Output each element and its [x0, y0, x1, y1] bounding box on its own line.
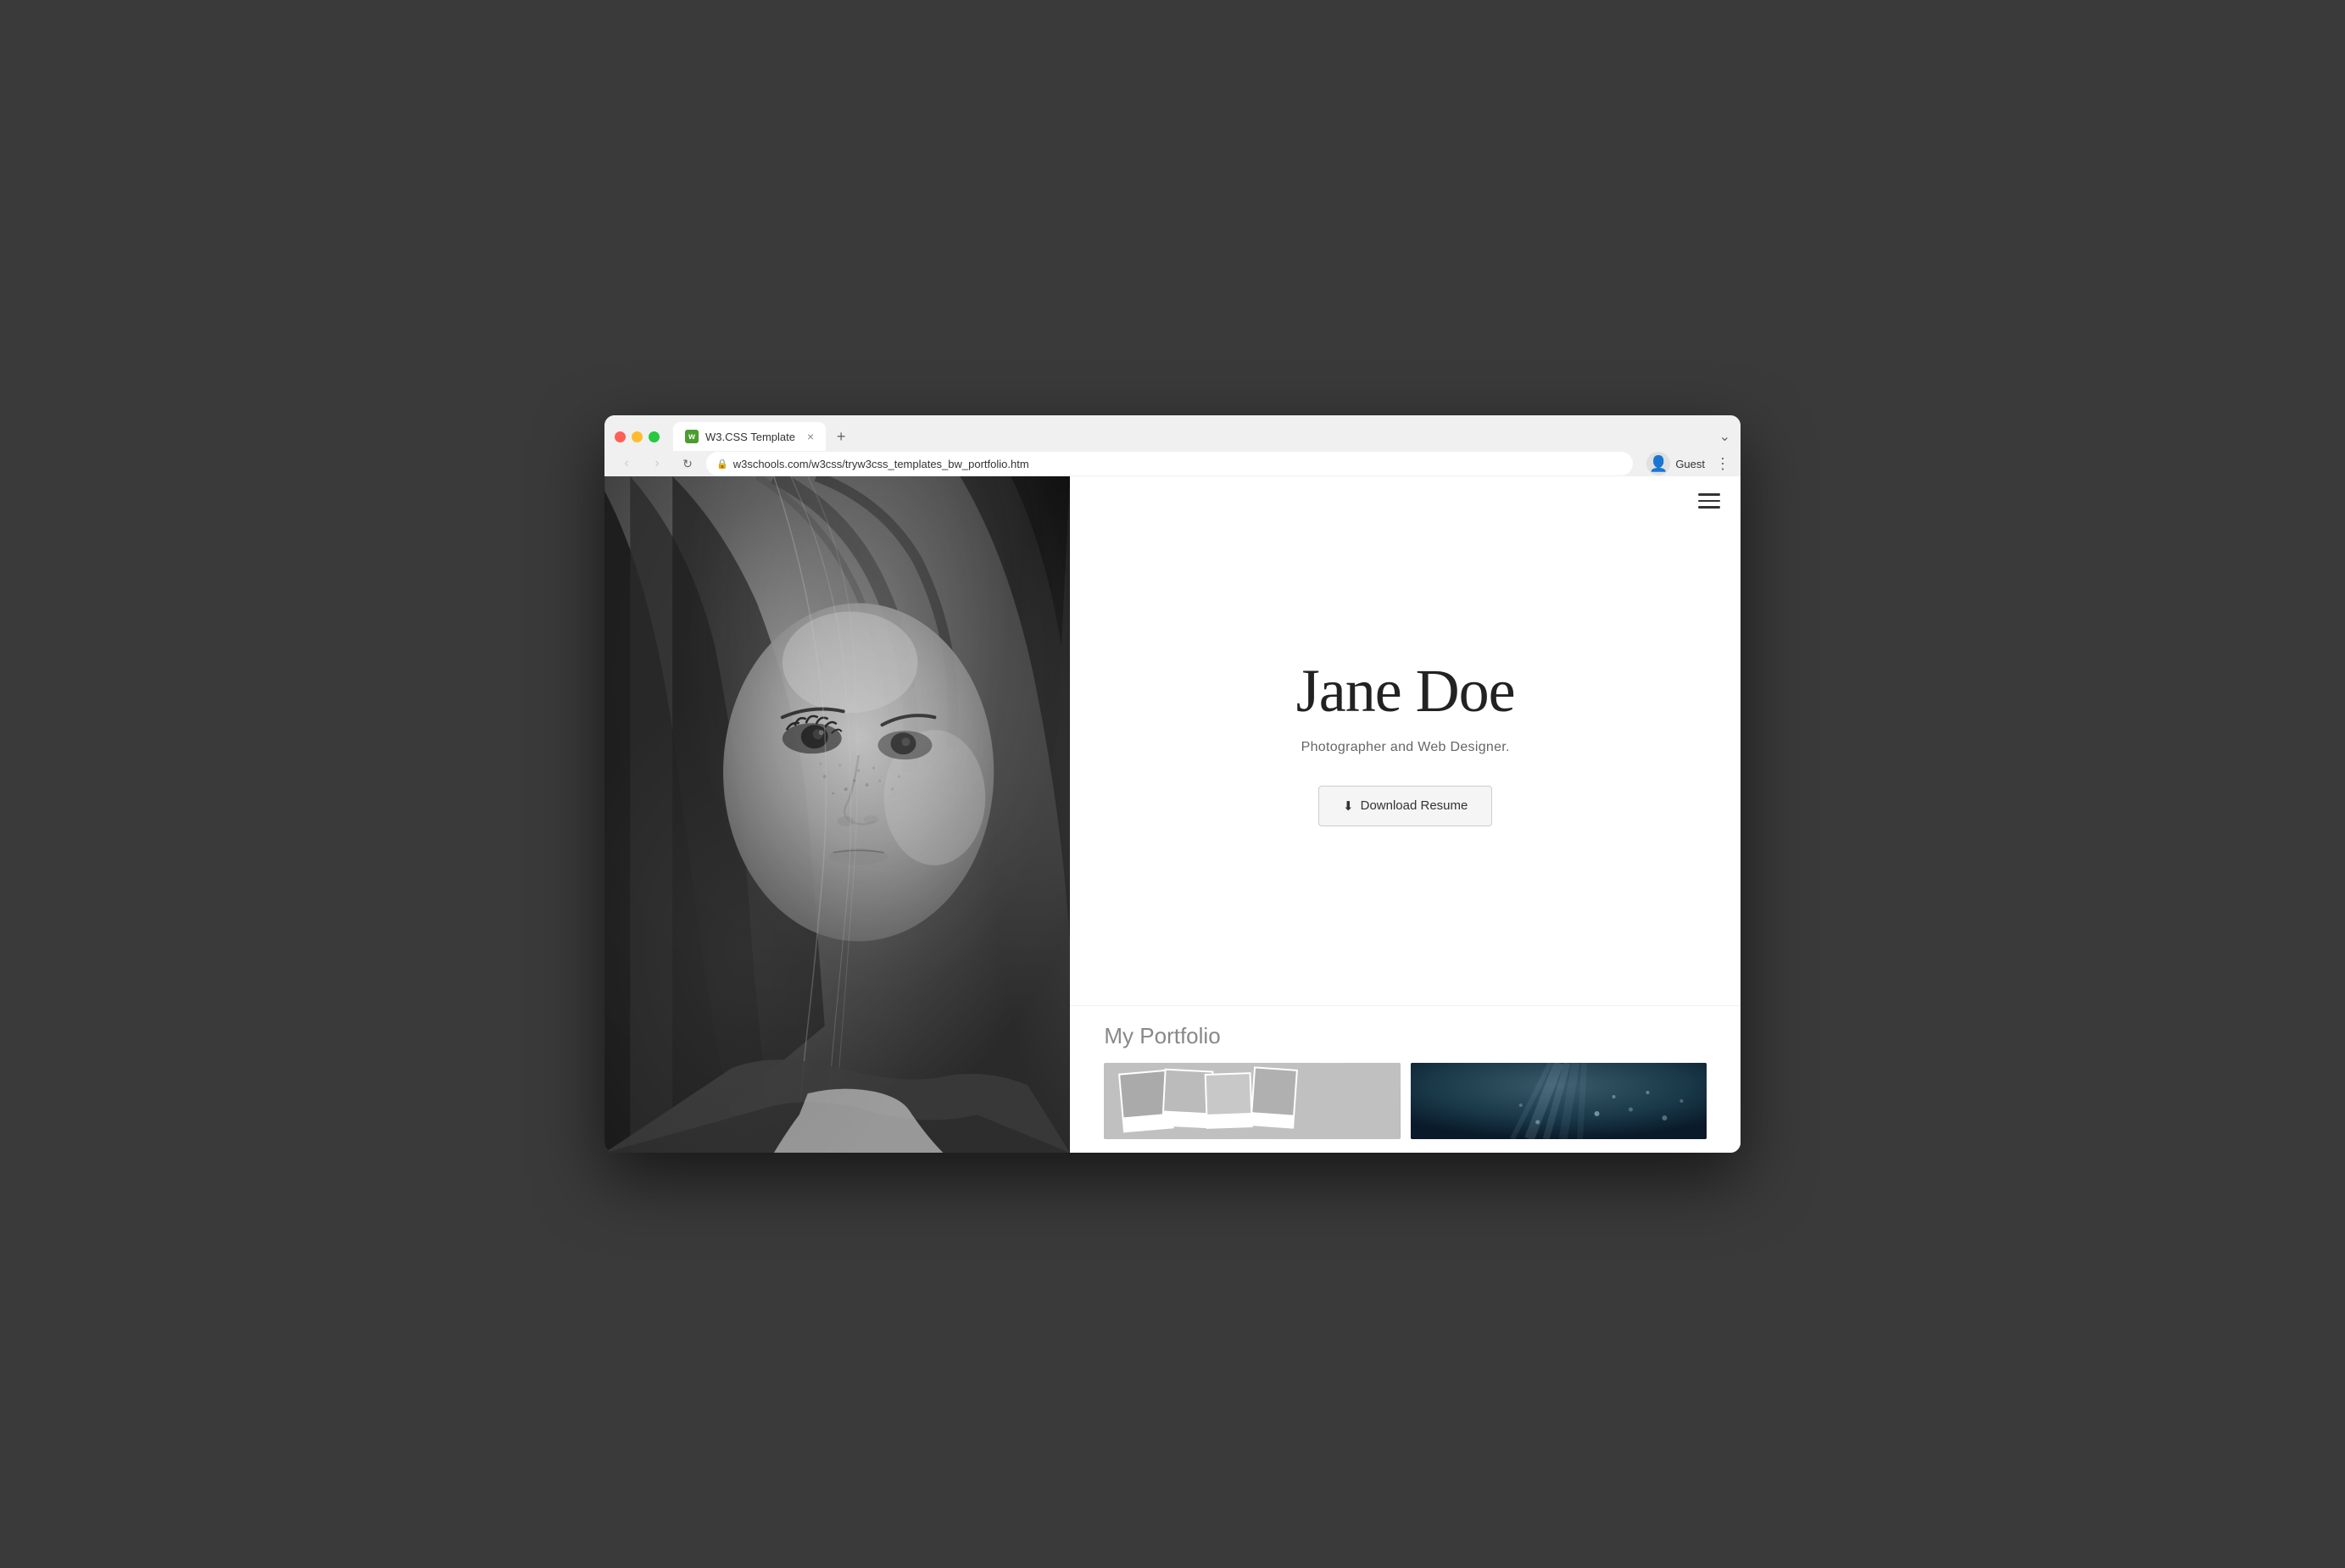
- refresh-button[interactable]: ↻: [676, 452, 699, 475]
- portfolio-title: My Portfolio: [1104, 1023, 1707, 1049]
- download-resume-button[interactable]: ⬇ Download Resume: [1318, 786, 1492, 826]
- maximize-window-button[interactable]: [649, 431, 660, 442]
- tab-title: W3.CSS Template: [705, 431, 795, 443]
- portfolio-thumbnail-2[interactable]: [1411, 1063, 1707, 1139]
- address-bar: ‹ › ↻ 🔒 w3schools.com/w3css/tryw3css_tem…: [604, 451, 1741, 476]
- hamburger-line-1: [1698, 493, 1720, 496]
- new-tab-button[interactable]: +: [829, 425, 853, 448]
- download-icon: ⬇: [1343, 798, 1354, 814]
- close-window-button[interactable]: [615, 431, 626, 442]
- profile-avatar[interactable]: 👤: [1646, 452, 1670, 475]
- hero-subtitle: Photographer and Web Designer.: [1301, 740, 1510, 755]
- tab-close-button[interactable]: ×: [807, 430, 814, 443]
- hero-section: Jane Doe Photographer and Web Designer. …: [1070, 476, 1741, 1005]
- hamburger-menu-button[interactable]: [1698, 493, 1720, 509]
- url-text: w3schools.com/w3css/tryw3css_templates_b…: [733, 458, 1029, 470]
- profile-area: 👤 Guest: [1646, 452, 1705, 475]
- portfolio-thumbnail-1[interactable]: [1104, 1063, 1400, 1139]
- chrome-bar: w W3.CSS Template × + ⌄ ‹ › ↻ 🔒 w3school…: [604, 415, 1741, 476]
- portfolio-grid: [1104, 1063, 1707, 1139]
- tab-bar: w W3.CSS Template × + ⌄: [604, 415, 1741, 451]
- right-panel: Jane Doe Photographer and Web Designer. …: [1070, 476, 1741, 1153]
- url-bar[interactable]: 🔒 w3schools.com/w3css/tryw3css_templates…: [706, 452, 1633, 475]
- photo-overlay: [604, 476, 1070, 1153]
- tab-more-button[interactable]: ⌄: [1719, 428, 1730, 445]
- minimize-window-button[interactable]: [632, 431, 643, 442]
- hamburger-line-3: [1698, 506, 1720, 509]
- lock-icon: 🔒: [716, 459, 728, 470]
- active-tab[interactable]: w W3.CSS Template ×: [673, 422, 826, 451]
- browser-window: w W3.CSS Template × + ⌄ ‹ › ↻ 🔒 w3school…: [604, 415, 1741, 1153]
- portfolio-section: My Portfolio: [1070, 1005, 1741, 1153]
- window-controls: [615, 431, 660, 442]
- back-button[interactable]: ‹: [615, 452, 638, 475]
- hamburger-line-2: [1698, 500, 1720, 503]
- download-resume-label: Download Resume: [1361, 798, 1468, 813]
- guest-label: Guest: [1675, 458, 1705, 470]
- tab-favicon: w: [685, 430, 699, 443]
- browser-more-button[interactable]: ⋮: [1715, 455, 1730, 473]
- hero-photo-panel: [604, 476, 1070, 1153]
- forward-button[interactable]: ›: [645, 452, 669, 475]
- hero-name: Jane Doe: [1296, 656, 1515, 726]
- site-content: Jane Doe Photographer and Web Designer. …: [604, 476, 1741, 1153]
